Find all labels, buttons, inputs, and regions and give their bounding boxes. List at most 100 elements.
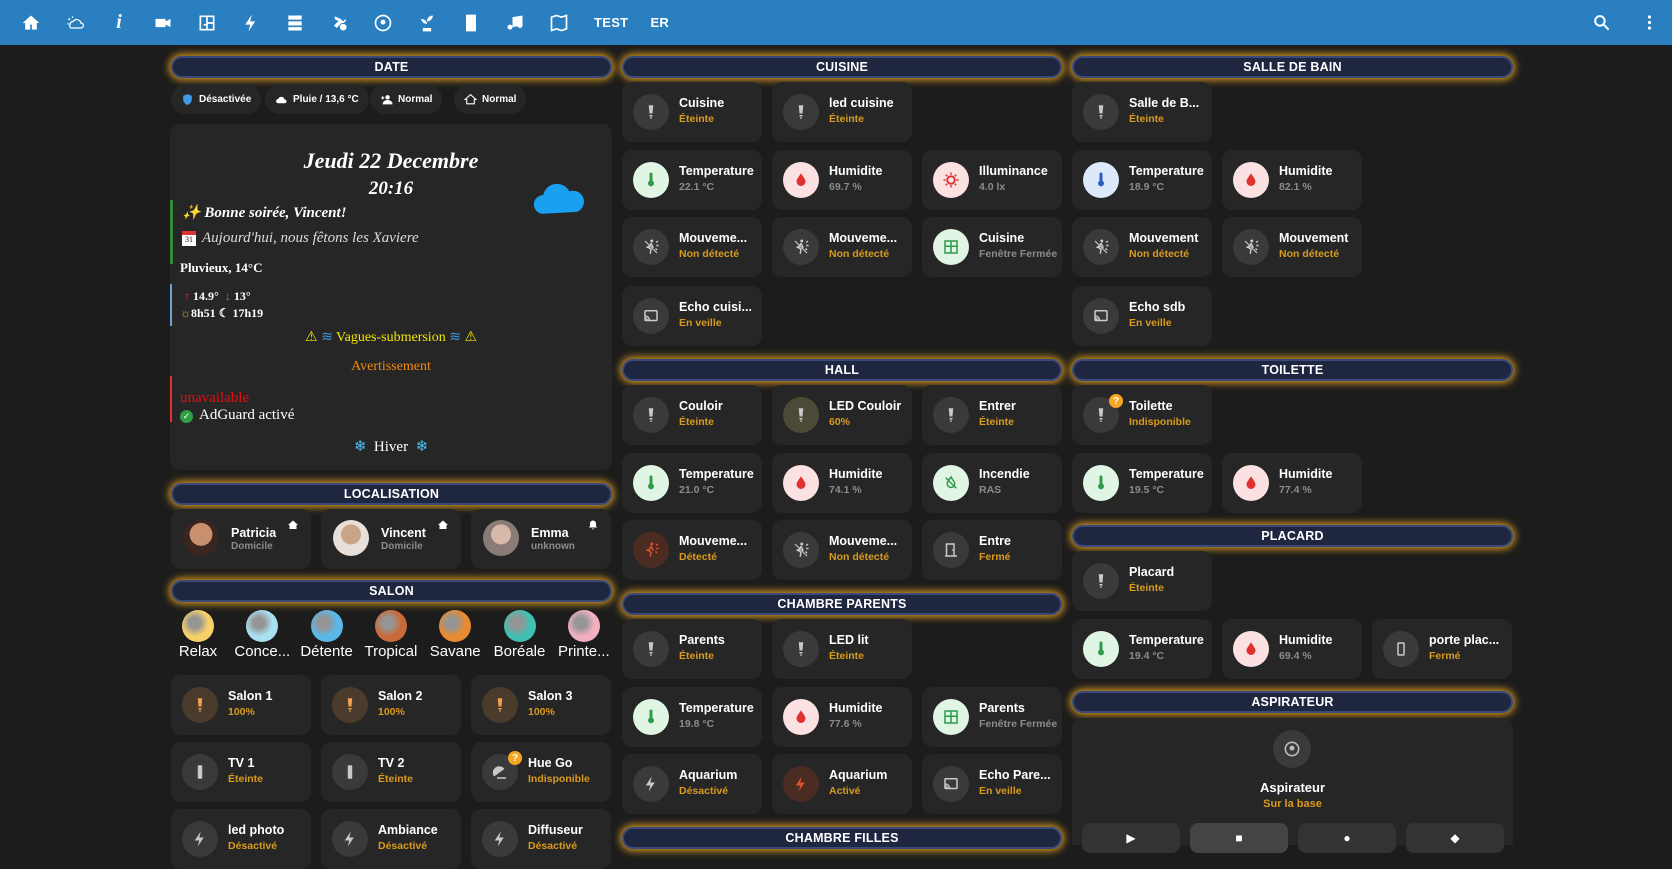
entity-tile[interactable]: LED lit Éteinte (772, 619, 912, 679)
map-icon[interactable] (544, 8, 574, 38)
entity-tile[interactable]: Mouveme... Non détecté (772, 217, 912, 277)
entity-tile[interactable]: Temperature 19.8 °C (622, 687, 762, 747)
entity-tile[interactable]: Incendie RAS (922, 453, 1062, 513)
bulb-icon[interactable] (783, 397, 819, 433)
tools-icon[interactable] (324, 8, 354, 38)
tv-lamp-icon[interactable] (332, 754, 368, 790)
entity-tile[interactable]: Mouveme... Non détecté (622, 217, 762, 277)
water-drop-icon[interactable] (1233, 631, 1269, 667)
entity-tile[interactable]: Aquarium Activé (772, 754, 912, 814)
bulb-icon[interactable] (482, 687, 518, 723)
camera-icon[interactable] (148, 8, 178, 38)
bulb-icon[interactable] (332, 687, 368, 723)
scene-button[interactable]: Détente (295, 610, 359, 660)
entity-tile[interactable]: TV 1 Éteinte (171, 742, 311, 802)
entity-tile[interactable]: Salle de B... Éteinte (1072, 82, 1212, 142)
person-card[interactable]: Patricia Domicile (171, 509, 311, 569)
water-drop-icon[interactable] (1233, 162, 1269, 198)
entity-tile[interactable]: Temperature 18.9 °C (1072, 150, 1212, 210)
cast-icon[interactable] (933, 766, 969, 802)
door-icon[interactable] (456, 8, 486, 38)
thermometer-icon[interactable] (633, 699, 669, 735)
bulb-icon[interactable] (633, 94, 669, 130)
vacuum-start-button[interactable]: ▶ (1082, 823, 1180, 853)
window-icon[interactable] (933, 699, 969, 735)
entity-tile[interactable]: Temperature 19.5 °C (1072, 453, 1212, 513)
entity-tile[interactable]: Humidite 77.4 % (1222, 453, 1362, 513)
floorplan-icon[interactable] (192, 8, 222, 38)
entity-tile[interactable]: Salon 1 100% (171, 675, 311, 735)
entity-tile[interactable]: Temperature 21.0 °C (622, 453, 762, 513)
entity-tile[interactable]: Cuisine Fenêtre Fermée (922, 217, 1062, 277)
sprout-icon[interactable] (412, 8, 442, 38)
entity-tile[interactable]: Temperature 19.4 °C (1072, 619, 1212, 679)
entity-tile[interactable]: Salon 3 100% (471, 675, 611, 735)
scene-button[interactable]: Boréale (488, 610, 552, 660)
thermometer-icon[interactable] (633, 465, 669, 501)
bulb-icon[interactable] (783, 631, 819, 667)
robot-vacuum-icon[interactable] (368, 8, 398, 38)
entity-tile[interactable]: Entrer Éteinte (922, 385, 1062, 445)
entity-tile[interactable]: Cuisine Éteinte (622, 82, 762, 142)
entity-tile[interactable]: Echo cuisi... En veille (622, 286, 762, 346)
motion-sensor-icon[interactable] (633, 229, 669, 265)
entity-tile[interactable]: led cuisine Éteinte (772, 82, 912, 142)
entity-tile[interactable]: Illuminance 4.0 lx (922, 150, 1062, 210)
water-drop-icon[interactable] (1233, 465, 1269, 501)
entity-tile[interactable]: led photo Désactivé (171, 809, 311, 869)
bulb-icon[interactable] (633, 397, 669, 433)
flash-icon[interactable] (783, 766, 819, 802)
flash-icon[interactable] (482, 821, 518, 857)
search-icon[interactable] (1586, 7, 1616, 37)
thermometer-icon[interactable] (1083, 465, 1119, 501)
weather-icon[interactable] (60, 8, 90, 38)
entity-tile[interactable]: Diffuseur Désactivé (471, 809, 611, 869)
entity-tile[interactable]: Humidite 69.4 % (1222, 619, 1362, 679)
entity-tile[interactable]: Entre Fermé (922, 520, 1062, 580)
scene-button[interactable]: Relax (166, 610, 230, 660)
entity-tile[interactable]: Humidite 77.6 % (772, 687, 912, 747)
motion-sensor-icon[interactable] (783, 532, 819, 568)
chip-home-mode[interactable]: Normal (454, 84, 527, 114)
bulb-icon[interactable] (1083, 563, 1119, 599)
scene-button[interactable]: Tropical (359, 610, 423, 660)
entity-tile[interactable]: Echo Pare... En veille (922, 754, 1062, 814)
bulb-icon[interactable] (1083, 94, 1119, 130)
flash-icon[interactable] (332, 821, 368, 857)
chip-guest-mode[interactable]: Normal (370, 84, 443, 114)
tab-test[interactable]: TEST (594, 15, 628, 30)
flash-icon[interactable] (182, 821, 218, 857)
music-icon[interactable] (500, 8, 530, 38)
entity-tile[interactable]: Mouveme... Détecté (622, 520, 762, 580)
more-menu-icon[interactable] (1634, 7, 1664, 37)
entity-tile[interactable]: ? Hue Go Indisponible (471, 742, 611, 802)
entity-tile[interactable]: Temperature 22.1 °C (622, 150, 762, 210)
bulb-icon[interactable] (633, 631, 669, 667)
entity-tile[interactable]: Salon 2 100% (321, 675, 461, 735)
entity-tile[interactable]: TV 2 Éteinte (321, 742, 461, 802)
server-icon[interactable] (280, 8, 310, 38)
info-icon[interactable]: i (104, 8, 134, 38)
tab-er[interactable]: ER (650, 15, 669, 30)
cast-icon[interactable] (1083, 298, 1119, 334)
entity-tile[interactable]: Mouveme... Non détecté (772, 520, 912, 580)
motion-sensor-icon[interactable] (783, 229, 819, 265)
entity-tile[interactable]: Humidite 82.1 % (1222, 150, 1362, 210)
bulb-icon[interactable] (933, 397, 969, 433)
window-icon[interactable] (933, 229, 969, 265)
entity-tile[interactable]: Parents Éteinte (622, 619, 762, 679)
entity-tile[interactable]: Placard Éteinte (1072, 551, 1212, 611)
scene-button[interactable]: Printe... (552, 610, 616, 660)
thermometer-icon[interactable] (1083, 162, 1119, 198)
robot-vacuum-icon[interactable] (1273, 730, 1311, 768)
chip-weather[interactable]: Pluie / 13,6 °C (265, 84, 369, 114)
smoke-detector-icon[interactable] (933, 465, 969, 501)
water-drop-icon[interactable] (783, 699, 819, 735)
thermometer-icon[interactable] (1083, 631, 1119, 667)
motion-sensor-icon[interactable] (1083, 229, 1119, 265)
bulb-icon[interactable] (783, 94, 819, 130)
motion-sensor-icon[interactable] (633, 532, 669, 568)
vacuum-locate-button[interactable]: ● (1298, 823, 1396, 853)
entity-tile[interactable]: Couloir Éteinte (622, 385, 762, 445)
entity-tile[interactable]: Mouvement Non détecté (1222, 217, 1362, 277)
